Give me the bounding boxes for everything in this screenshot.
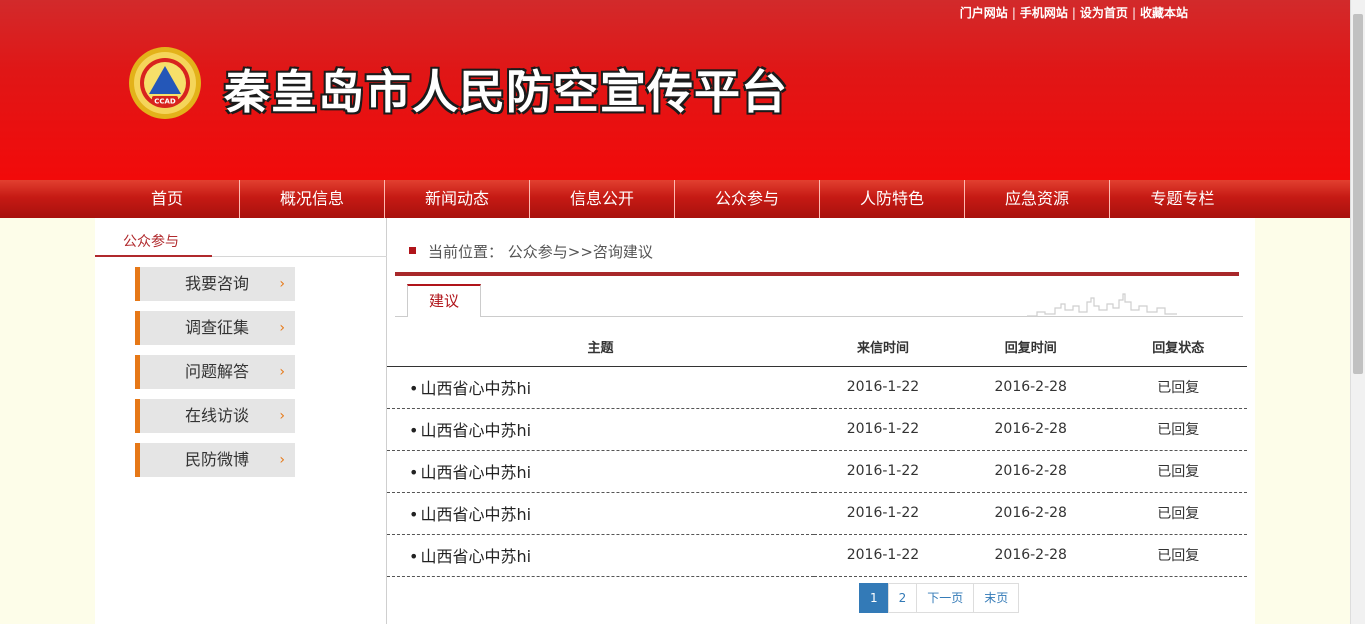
link-portal[interactable]: 门户网站 bbox=[960, 6, 1008, 20]
main-nav: 首页 概况信息 新闻动态 信息公开 公众参与 人防特色 应急资源 专题专栏 bbox=[0, 180, 1350, 218]
row-subject-link[interactable]: 山西省心中苏hi bbox=[420, 505, 531, 524]
link-set-home[interactable]: 设为首页 bbox=[1080, 6, 1128, 20]
chevron-right-icon: › bbox=[279, 452, 285, 468]
nav-news[interactable]: 新闻动态 bbox=[385, 180, 530, 218]
city-skyline-icon bbox=[1027, 293, 1177, 317]
bullet-icon: • bbox=[409, 463, 419, 482]
sidebar-title: 公众参与 bbox=[95, 232, 212, 257]
row-subject-link[interactable]: 山西省心中苏hi bbox=[420, 379, 531, 398]
nav-emergency-resources[interactable]: 应急资源 bbox=[965, 180, 1110, 218]
col-subject: 主题 bbox=[387, 328, 814, 367]
bullet-icon: • bbox=[409, 379, 419, 398]
site-header: 门户网站 | 手机网站 | 设为首页 | 收藏本站 CCAD 秦皇岛市人民防空宣传平台 bbox=[0, 0, 1350, 180]
sidebar-item-survey[interactable]: 调查征集 › bbox=[135, 311, 295, 345]
sidebar-menu: 我要咨询 › 调查征集 › 问题解答 › 在线访谈 › 民防微博 › bbox=[135, 267, 295, 487]
table-row[interactable]: • 山西省心中苏hi 2016-1-22 2016-2-28 已回复 bbox=[387, 450, 1247, 493]
svg-text:CCAD: CCAD bbox=[154, 98, 176, 106]
row-sent-date: 2016-1-22 bbox=[813, 450, 952, 493]
site-title: 秦皇岛市人民防空宣传平台 bbox=[224, 65, 788, 119]
top-links: 门户网站 | 手机网站 | 设为首页 | 收藏本站 bbox=[959, 6, 1188, 20]
table-row[interactable]: • 山西省心中苏hi 2016-1-22 2016-2-28 已回复 bbox=[387, 366, 1247, 409]
breadcrumb-path[interactable]: 公众参与>>咨询建议 bbox=[508, 243, 653, 261]
tab-suggestion[interactable]: 建议 bbox=[407, 284, 481, 317]
nav-overview[interactable]: 概况信息 bbox=[240, 180, 385, 218]
link-bookmark[interactable]: 收藏本站 bbox=[1140, 6, 1188, 20]
square-bullet-icon bbox=[409, 247, 416, 254]
row-reply-date: 2016-2-28 bbox=[951, 408, 1110, 451]
sidebar-item-label: 民防微博 bbox=[185, 450, 250, 469]
col-sent-date: 来信时间 bbox=[813, 328, 952, 367]
row-reply-date: 2016-2-28 bbox=[951, 492, 1110, 535]
nav-home[interactable]: 首页 bbox=[95, 180, 240, 218]
next-page-button[interactable]: 下一页 bbox=[916, 583, 975, 613]
row-reply-date: 2016-2-28 bbox=[951, 534, 1110, 577]
row-reply-date: 2016-2-28 bbox=[951, 366, 1110, 409]
row-status: 已回复 bbox=[1109, 450, 1247, 493]
nav-public-participation[interactable]: 公众参与 bbox=[675, 180, 820, 218]
row-status: 已回复 bbox=[1109, 492, 1247, 535]
row-sent-date: 2016-1-22 bbox=[813, 366, 952, 409]
breadcrumb-label: 当前位置： bbox=[428, 243, 504, 261]
vertical-scrollbar[interactable] bbox=[1350, 0, 1365, 624]
page-1-button[interactable]: 1 bbox=[859, 583, 889, 613]
sidebar-item-faq[interactable]: 问题解答 › bbox=[135, 355, 295, 389]
sidebar: 公众参与 我要咨询 › 调查征集 › 问题解答 › 在线访谈 › 民防微博 › bbox=[95, 218, 387, 624]
row-subject-link[interactable]: 山西省心中苏hi bbox=[420, 421, 531, 440]
row-sent-date: 2016-1-22 bbox=[813, 492, 952, 535]
sidebar-header: 公众参与 bbox=[95, 232, 387, 257]
bullet-icon: • bbox=[409, 547, 419, 566]
bullet-icon: • bbox=[409, 505, 419, 524]
nav-features[interactable]: 人防特色 bbox=[820, 180, 965, 218]
row-status: 已回复 bbox=[1109, 408, 1247, 451]
row-status: 已回复 bbox=[1109, 534, 1247, 577]
bullet-icon: • bbox=[409, 421, 419, 440]
content-area: 公众参与 我要咨询 › 调查征集 › 问题解答 › 在线访谈 › 民防微博 › bbox=[95, 218, 1255, 624]
page-2-button[interactable]: 2 bbox=[887, 583, 918, 613]
consultation-table: 主题 来信时间 回复时间 回复状态 • 山西省心中苏hi 2016-1-22 20… bbox=[387, 328, 1247, 577]
row-reply-date: 2016-2-28 bbox=[951, 450, 1110, 493]
link-mobile[interactable]: 手机网站 bbox=[1020, 6, 1068, 20]
chevron-right-icon: › bbox=[279, 276, 285, 292]
chevron-right-icon: › bbox=[279, 408, 285, 424]
col-reply-date: 回复时间 bbox=[951, 328, 1110, 367]
chevron-right-icon: › bbox=[279, 320, 285, 336]
sidebar-item-label: 调查征集 bbox=[185, 318, 250, 337]
row-sent-date: 2016-1-22 bbox=[813, 534, 952, 577]
divider bbox=[395, 272, 1239, 276]
main-panel: 当前位置： 公众参与>>咨询建议 建议 主题 来信时间 回复时间 回复状态 • 山… bbox=[387, 218, 1255, 624]
row-sent-date: 2016-1-22 bbox=[813, 408, 952, 451]
breadcrumb: 当前位置： 公众参与>>咨询建议 bbox=[409, 241, 653, 262]
sidebar-item-weibo[interactable]: 民防微博 › bbox=[135, 443, 295, 477]
sidebar-item-consult[interactable]: 我要咨询 › bbox=[135, 267, 295, 301]
nav-info-public[interactable]: 信息公开 bbox=[530, 180, 675, 218]
row-status: 已回复 bbox=[1109, 366, 1247, 409]
table-header-row: 主题 来信时间 回复时间 回复状态 bbox=[387, 328, 1247, 367]
sidebar-item-label: 我要咨询 bbox=[185, 274, 250, 293]
scrollbar-thumb[interactable] bbox=[1353, 14, 1363, 374]
row-subject-link[interactable]: 山西省心中苏hi bbox=[420, 463, 531, 482]
last-page-button[interactable]: 末页 bbox=[973, 583, 1020, 613]
table-row[interactable]: • 山西省心中苏hi 2016-1-22 2016-2-28 已回复 bbox=[387, 534, 1247, 577]
table-row[interactable]: • 山西省心中苏hi 2016-1-22 2016-2-28 已回复 bbox=[387, 492, 1247, 535]
table-row[interactable]: • 山西省心中苏hi 2016-1-22 2016-2-28 已回复 bbox=[387, 408, 1247, 451]
nav-special-topics[interactable]: 专题专栏 bbox=[1110, 180, 1255, 218]
row-subject-link[interactable]: 山西省心中苏hi bbox=[420, 547, 531, 566]
sidebar-item-interview[interactable]: 在线访谈 › bbox=[135, 399, 295, 433]
col-status: 回复状态 bbox=[1109, 328, 1247, 367]
civil-air-defense-logo-icon: CCAD bbox=[129, 47, 201, 119]
chevron-right-icon: › bbox=[279, 364, 285, 380]
pagination: 1 2 下一页 末页 bbox=[859, 583, 1020, 613]
sidebar-item-label: 问题解答 bbox=[185, 362, 250, 381]
sidebar-item-label: 在线访谈 bbox=[185, 406, 250, 425]
